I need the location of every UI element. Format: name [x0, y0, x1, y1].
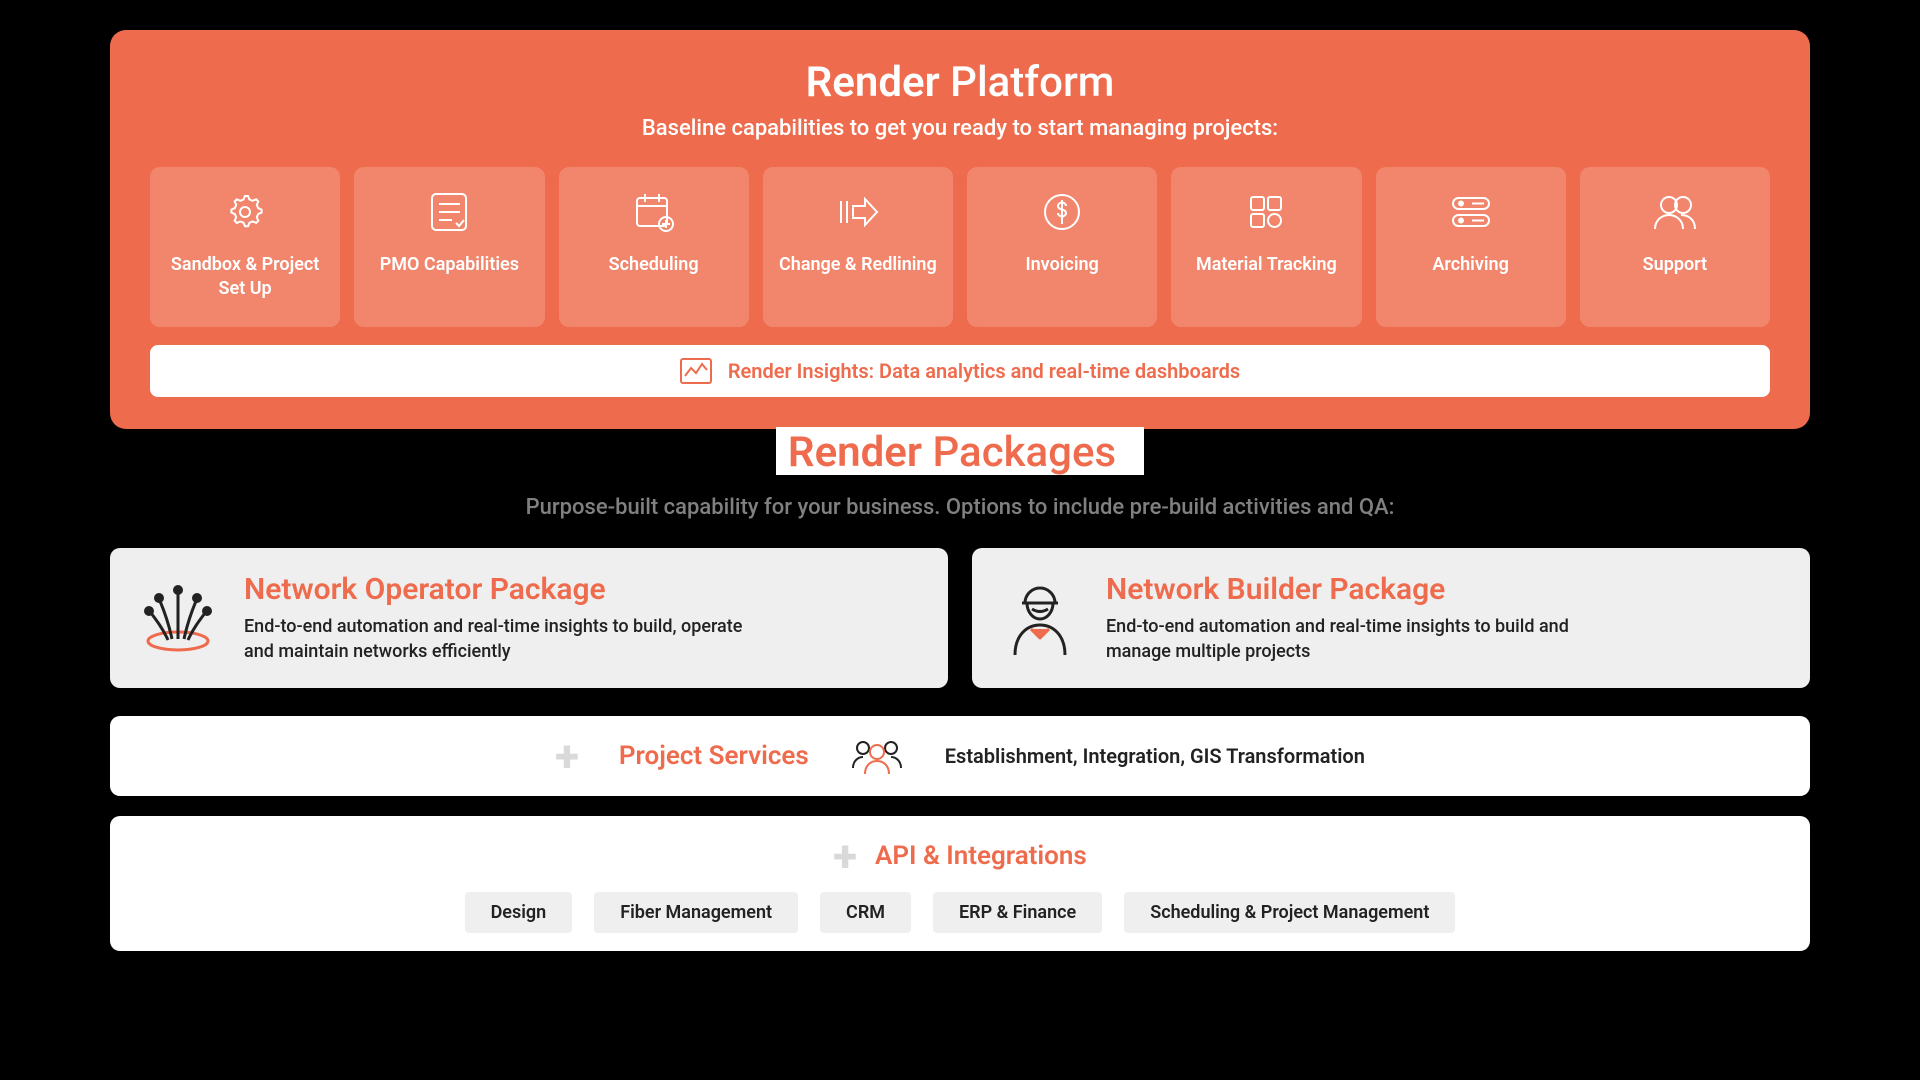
fiber-node-icon	[138, 578, 218, 658]
platform-word: Platform	[950, 58, 1114, 107]
calendar-plus-icon	[633, 191, 675, 233]
capability-change: Change & Redlining	[763, 167, 953, 327]
plus-icon: +	[555, 734, 579, 778]
package-desc: End-to-end automation and real-time insi…	[1106, 615, 1626, 664]
brand-render: Render	[806, 60, 940, 106]
api-tag-fiber: Fiber Management	[594, 892, 798, 933]
api-title: API & Integrations	[875, 841, 1087, 871]
capability-support: Support	[1580, 167, 1770, 327]
project-services-panel: + Project Services Establishment, Integr…	[110, 716, 1810, 796]
packages-subtitle: Purpose-built capability for your busine…	[110, 495, 1810, 520]
capability-row: Sandbox & Project Set Up PMO Capabilitie…	[150, 167, 1770, 327]
packages-word: Packages	[932, 428, 1116, 477]
platform-subtitle: Baseline capabilities to get you ready t…	[150, 116, 1770, 141]
api-tag-row: Design Fiber Management CRM ERP & Financ…	[138, 892, 1782, 933]
insights-label: Render Insights: Data analytics and real…	[728, 359, 1240, 383]
project-services-title: Project Services	[619, 741, 809, 771]
capability-label: Change & Redlining	[779, 253, 937, 276]
package-title: Network Operator Package	[244, 572, 764, 607]
api-tag-scheduling: Scheduling & Project Management	[1124, 892, 1455, 933]
capability-label: Support	[1643, 253, 1707, 276]
packages-heading: Render Packages Purpose-built capability…	[110, 429, 1810, 520]
platform-title: Render Platform	[150, 60, 1770, 106]
capability-label: PMO Capabilities	[380, 253, 519, 276]
capability-scheduling: Scheduling	[559, 167, 749, 327]
plus-icon: +	[833, 834, 857, 878]
api-tag-crm: CRM	[820, 892, 911, 933]
api-integrations-panel: + API & Integrations Design Fiber Manage…	[110, 816, 1810, 951]
team-icon	[849, 736, 905, 776]
capability-label: Scheduling	[609, 253, 699, 276]
insights-bar: Render Insights: Data analytics and real…	[150, 345, 1770, 397]
gear-icon	[224, 191, 266, 233]
api-tag-design: Design	[465, 892, 573, 933]
capability-label: Invoicing	[1025, 253, 1098, 276]
people-icon	[1654, 191, 1696, 233]
capability-label: Sandbox & Project Set Up	[160, 253, 330, 300]
capability-label: Archiving	[1432, 253, 1508, 276]
server-icon	[1450, 191, 1492, 233]
grid-icon	[1245, 191, 1287, 233]
dollar-circle-icon	[1041, 191, 1083, 233]
package-row: Network Operator Package End-to-end auto…	[110, 548, 1810, 688]
project-services-desc: Establishment, Integration, GIS Transfor…	[945, 744, 1365, 768]
package-network-builder: Network Builder Package End-to-end autom…	[972, 548, 1810, 688]
forward-arrow-icon	[837, 191, 879, 233]
package-desc: End-to-end automation and real-time insi…	[244, 615, 764, 664]
capability-pmo: PMO Capabilities	[354, 167, 544, 327]
chart-icon	[680, 357, 712, 385]
capability-label: Material Tracking	[1196, 253, 1337, 276]
capability-sandbox: Sandbox & Project Set Up	[150, 167, 340, 327]
worker-icon	[1000, 578, 1080, 658]
package-network-operator: Network Operator Package End-to-end auto…	[110, 548, 948, 688]
brand-render: Render	[788, 431, 922, 475]
capability-archiving: Archiving	[1376, 167, 1566, 327]
capability-material: Material Tracking	[1171, 167, 1361, 327]
package-title: Network Builder Package	[1106, 572, 1626, 607]
capability-invoicing: Invoicing	[967, 167, 1157, 327]
checklist-icon	[428, 191, 470, 233]
platform-panel: Render Platform Baseline capabilities to…	[110, 30, 1810, 429]
api-tag-erp: ERP & Finance	[933, 892, 1102, 933]
